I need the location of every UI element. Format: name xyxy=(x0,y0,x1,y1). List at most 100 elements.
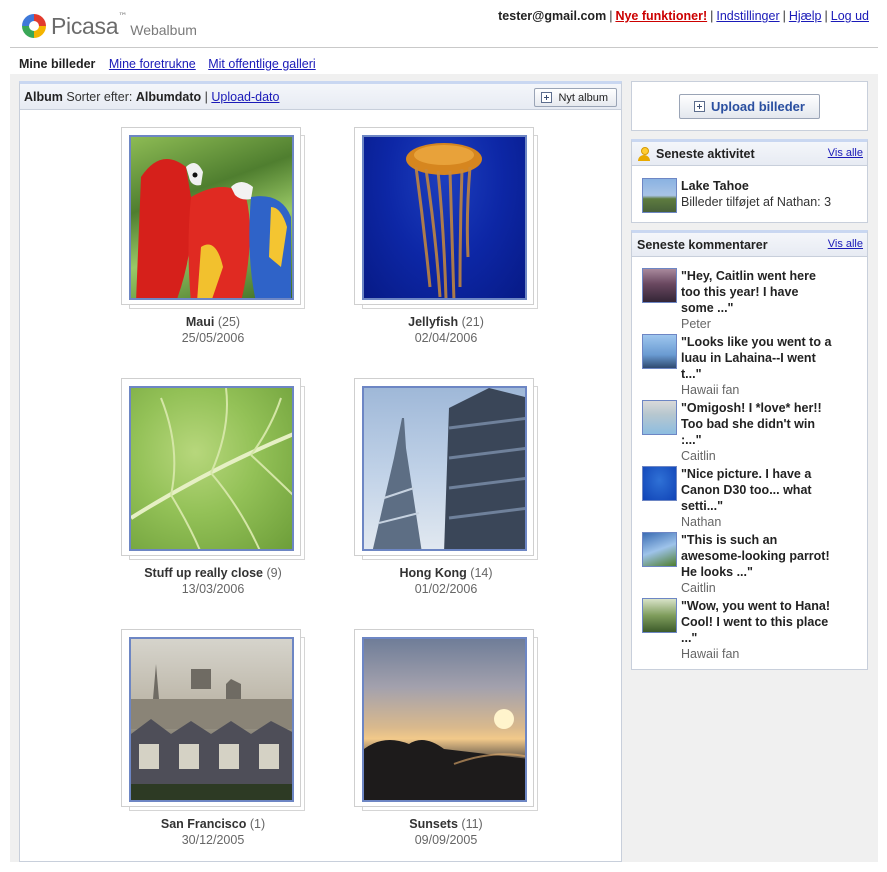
album-toolbar: Album Sorter efter: Albumdato | Upload-d… xyxy=(20,84,621,110)
user-email: tester@gmail.com xyxy=(498,9,607,23)
comment-text[interactable]: "Wow, you went to Hana! Cool! I went to … xyxy=(681,598,851,646)
comment-author: Nathan xyxy=(681,515,722,529)
comment-thumbnail[interactable] xyxy=(642,466,677,501)
sort-label: Sorter efter: xyxy=(66,89,133,104)
separator: | xyxy=(782,9,786,23)
album-thumbnail[interactable] xyxy=(362,135,527,300)
activity-see-all-link[interactable]: Vis alle xyxy=(828,147,863,159)
album-cover-stack[interactable] xyxy=(354,629,538,811)
album-date: 25/05/2006 xyxy=(181,331,245,345)
album-tile[interactable]: Sunsets (11) 09/09/2005 xyxy=(346,629,546,847)
comment-item[interactable]: "This is such an awesome-looking parrot!… xyxy=(642,532,862,596)
album-cover-stack[interactable] xyxy=(121,127,305,309)
recent-activity-title: Seneste aktivitet xyxy=(656,146,755,161)
comments-see-all-link[interactable]: Vis alle xyxy=(828,238,863,250)
album-caption[interactable]: Stuff up really close (9) xyxy=(113,566,313,580)
comment-item[interactable]: "Wow, you went to Hana! Cool! I went to … xyxy=(642,598,862,662)
comment-item[interactable]: "Hey, Caitlin went here too this year! I… xyxy=(642,268,862,332)
logo-text: Picasa xyxy=(51,12,119,39)
album-thumbnail[interactable] xyxy=(362,386,527,551)
person-icon xyxy=(637,146,651,161)
album-caption[interactable]: San Francisco (1) xyxy=(113,817,313,831)
album-tile[interactable]: San Francisco (1) 30/12/2005 xyxy=(113,629,313,847)
nav-favorites-link[interactable]: Mine foretrukne xyxy=(109,57,196,71)
album-tile[interactable]: Stuff up really close (9) 13/03/2006 xyxy=(113,378,313,596)
header: Picasa ™ Webalbum tester@gmail.com | Nye f… xyxy=(0,0,887,48)
comment-text[interactable]: "Nice picture. I have a Canon D30 too...… xyxy=(681,466,851,514)
comment-author: Hawaii fan xyxy=(681,383,740,397)
account-links: tester@gmail.com | Nye funktioner! | Indstil… xyxy=(498,9,869,23)
upload-photos-label: Upload billeder xyxy=(711,99,805,114)
header-divider xyxy=(10,47,878,48)
activity-thumbnail[interactable] xyxy=(642,178,677,213)
album-count: (21) xyxy=(461,315,484,329)
album-tile[interactable]: Maui (25) 25/05/2006 xyxy=(113,127,313,345)
section-nav: Mine billeder Mine foretrukne Mit offent… xyxy=(19,57,325,71)
comment-item[interactable]: "Looks like you went to a luau in Lahain… xyxy=(642,334,862,398)
comment-thumbnail[interactable] xyxy=(642,268,677,303)
album-date: 09/09/2005 xyxy=(414,833,478,847)
album-panel: Album Sorter efter: Albumdato | Upload-d… xyxy=(19,81,622,862)
album-count: (1) xyxy=(249,817,266,831)
album-date: 02/04/2006 xyxy=(414,331,478,345)
comment-text[interactable]: "This is such an awesome-looking parrot!… xyxy=(681,532,851,580)
recent-comments-header: Seneste kommentarer Vis alle xyxy=(632,233,867,257)
comment-thumbnail[interactable] xyxy=(642,334,677,369)
sort-upload-date-link[interactable]: Upload-dato xyxy=(211,90,279,104)
new-features-link[interactable]: Nye funktioner! xyxy=(615,9,707,23)
album-name[interactable]: Hong Kong xyxy=(399,566,466,580)
plus-icon xyxy=(694,101,706,112)
comment-author: Peter xyxy=(681,317,711,331)
new-album-button[interactable]: Nyt album xyxy=(534,88,617,107)
album-caption[interactable]: Maui (25) xyxy=(113,315,313,329)
comment-text[interactable]: "Looks like you went to a luau in Lahain… xyxy=(681,334,851,382)
comment-author: Caitlin xyxy=(681,581,716,595)
help-link[interactable]: Hjælp xyxy=(789,9,822,23)
album-cover-stack[interactable] xyxy=(354,378,538,560)
album-thumbnail[interactable] xyxy=(129,637,294,802)
album-name[interactable]: Stuff up really close xyxy=(144,566,263,580)
sort-current: Albumdato xyxy=(135,89,202,104)
album-thumbnail[interactable] xyxy=(129,135,294,300)
settings-link[interactable]: Indstillinger xyxy=(716,9,779,23)
album-label: Album xyxy=(24,89,63,104)
comment-text[interactable]: "Omigosh! I *love* her!! Too bad she did… xyxy=(681,400,851,448)
album-tile[interactable]: Jellyfish (21) 02/04/2006 xyxy=(346,127,546,345)
album-name[interactable]: San Francisco xyxy=(161,817,246,831)
upload-photos-button[interactable]: Upload billeder xyxy=(679,94,820,119)
album-date: 01/02/2006 xyxy=(414,582,478,596)
album-name[interactable]: Jellyfish xyxy=(408,315,458,329)
album-thumbnail[interactable] xyxy=(362,637,527,802)
activity-item[interactable]: Lake Tahoe Billeder tilføjet af Nathan: … xyxy=(642,178,831,213)
comment-item[interactable]: "Omigosh! I *love* her!! Too bad she did… xyxy=(642,400,862,464)
comment-thumbnail[interactable] xyxy=(642,400,677,435)
recent-activity-box: Seneste aktivitet Vis alle Lake Tahoe Bi… xyxy=(631,139,868,223)
comment-thumbnail[interactable] xyxy=(642,532,677,567)
comment-text[interactable]: "Hey, Caitlin went here too this year! I… xyxy=(681,268,851,316)
album-count: (25) xyxy=(217,315,241,329)
album-cover-stack[interactable] xyxy=(121,378,305,560)
picasa-logo[interactable]: Picasa ™ Webalbum xyxy=(22,12,197,40)
logout-link[interactable]: Log ud xyxy=(831,9,869,23)
comment-item[interactable]: "Nice picture. I have a Canon D30 too...… xyxy=(642,466,862,530)
comment-thumbnail[interactable] xyxy=(642,598,677,633)
album-name[interactable]: Maui xyxy=(186,315,214,329)
recent-comments-box: Seneste kommentarer Vis alle "Hey, Caitl… xyxy=(631,230,868,670)
album-date: 30/12/2005 xyxy=(181,833,245,847)
album-caption[interactable]: Jellyfish (21) xyxy=(346,315,546,329)
album-name[interactable]: Sunsets xyxy=(409,817,458,831)
plus-icon xyxy=(541,92,553,103)
separator: | xyxy=(710,9,714,23)
activity-album-title[interactable]: Lake Tahoe xyxy=(681,178,831,194)
album-cover-stack[interactable] xyxy=(354,127,538,309)
picasa-logo-icon xyxy=(22,14,46,38)
album-thumbnail[interactable] xyxy=(129,386,294,551)
album-cover-stack[interactable] xyxy=(121,629,305,811)
nav-public-gallery-link[interactable]: Mit offentlige galleri xyxy=(208,57,315,71)
album-caption[interactable]: Hong Kong (14) xyxy=(346,566,546,580)
album-caption[interactable]: Sunsets (11) xyxy=(346,817,546,831)
album-count: (14) xyxy=(470,566,493,580)
new-album-label: Nyt album xyxy=(558,91,608,104)
album-tile[interactable]: Hong Kong (14) 01/02/2006 xyxy=(346,378,546,596)
recent-comments-title: Seneste kommentarer xyxy=(637,237,768,252)
